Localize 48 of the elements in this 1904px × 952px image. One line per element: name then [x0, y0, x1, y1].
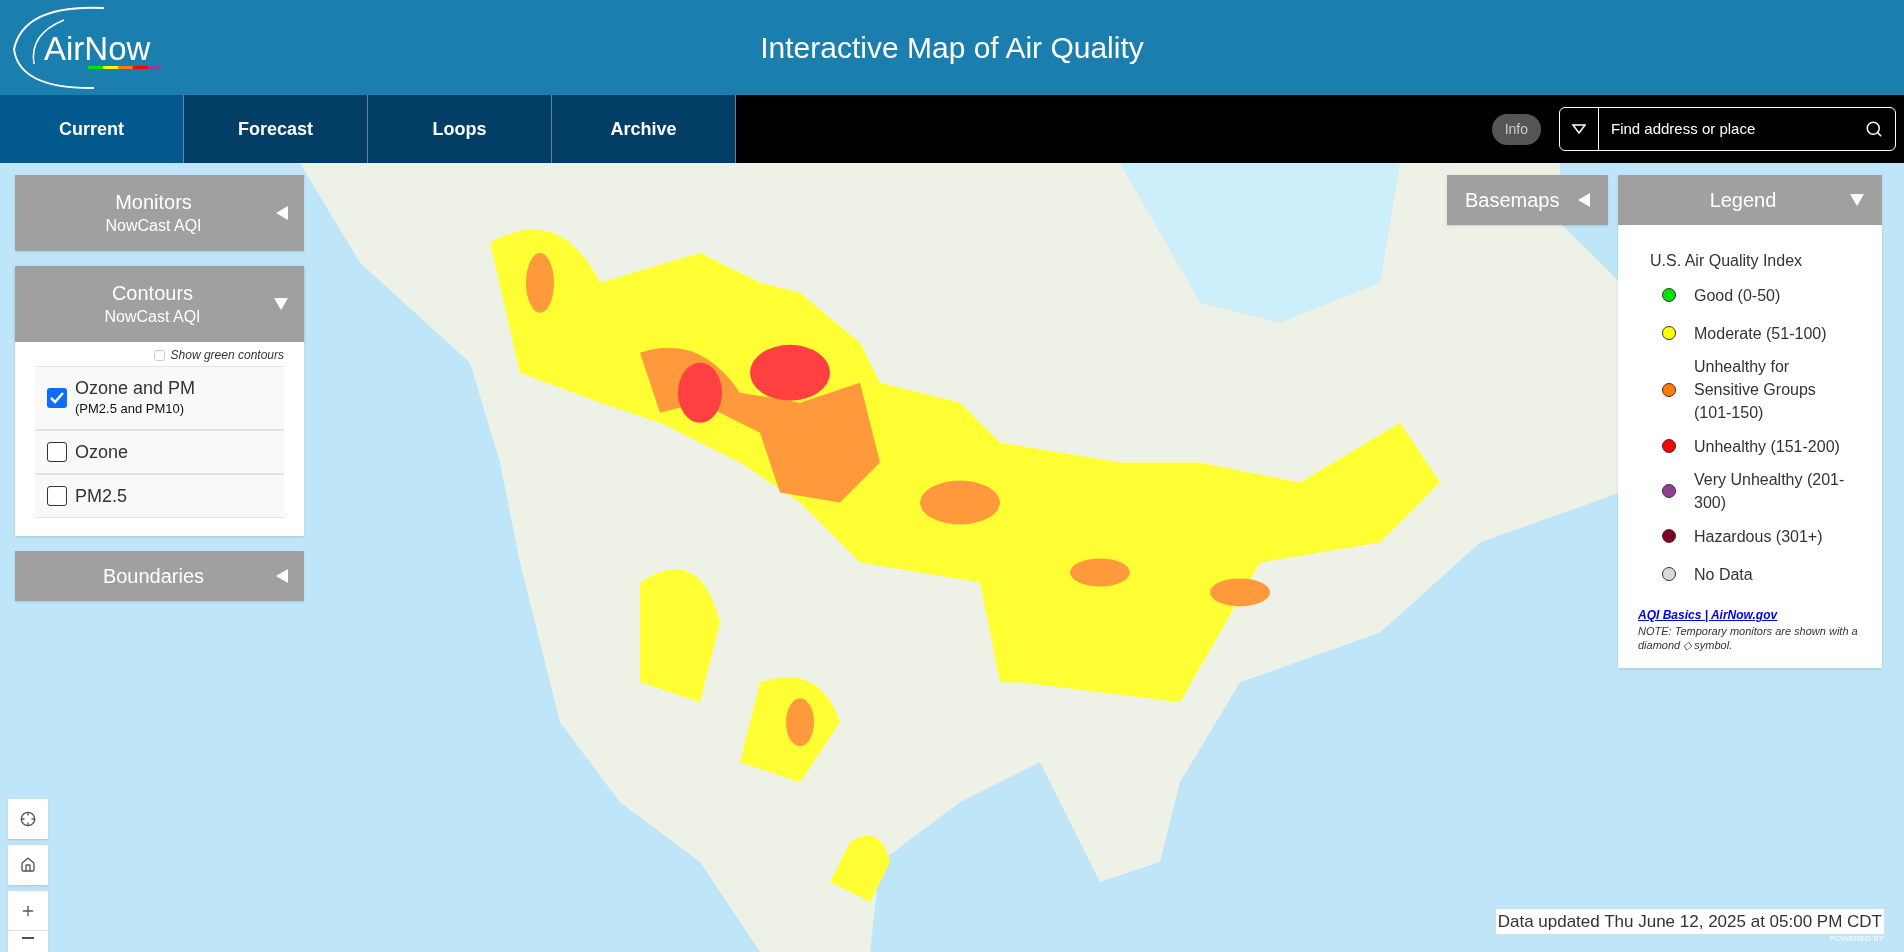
checkbox[interactable]: [47, 441, 67, 462]
locate-button[interactable]: [8, 799, 48, 839]
search-bar[interactable]: Find address or place: [1559, 107, 1896, 151]
option-label: PM2.5: [75, 484, 128, 507]
panel-title: Contours: [111, 281, 194, 306]
panel-title: Monitors: [115, 190, 192, 215]
legend-label: Moderate (51-100): [1694, 323, 1828, 344]
legend-note: NOTE: Temporary monitors are shown with a diamond ◇ symbol.: [1638, 624, 1859, 652]
crosshair-icon: [20, 811, 36, 827]
option-sublabel: (PM2.5 and PM10): [75, 400, 186, 418]
aqi-basics-link[interactable]: AQI Basics | AirNow.gov: [1638, 606, 1872, 624]
legend-heading: U.S. Air Quality Index: [1649, 251, 1804, 271]
nav-tab[interactable]: Current: [0, 95, 184, 163]
legend-label: Very Unhealthy (201-300): [1694, 470, 1846, 513]
nav-tab[interactable]: Loops: [368, 95, 552, 163]
home-icon: [20, 857, 36, 873]
panel-title: Boundaries: [102, 563, 205, 589]
option-label: Ozone and PM: [75, 377, 196, 399]
home-button[interactable]: [8, 845, 48, 885]
caret-left-icon: [1578, 193, 1590, 207]
legend-label: Good (0-50): [1694, 285, 1782, 306]
caret-down-icon: [1850, 194, 1864, 206]
contour-option[interactable]: Ozone: [35, 429, 284, 474]
dropdown-caret-icon[interactable]: [1572, 124, 1586, 134]
caret-left-icon: [276, 568, 288, 583]
contour-toggle-label: Show green contours: [170, 347, 284, 364]
legend-label: Unhealthy for Sensitive Groups (101-150): [1694, 357, 1817, 423]
caret-left-icon: [276, 206, 288, 220]
airnow-logo: AirNow: [4, 4, 174, 90]
caret-down-icon: [274, 298, 288, 310]
info-button[interactable]: Info: [1491, 113, 1541, 145]
nav-tab[interactable]: Archive: [552, 95, 736, 163]
search-icon[interactable]: [1865, 120, 1883, 138]
search-field[interactable]: Find address or place: [1599, 117, 1853, 141]
contour-option[interactable]: PM2.5: [35, 473, 284, 518]
checkbox[interactable]: [47, 485, 67, 506]
nav-tab[interactable]: Forecast: [184, 95, 368, 163]
legend-label: Hazardous (301+): [1694, 526, 1824, 547]
contour-option[interactable]: Ozone and PM (PM2.5 and PM10): [35, 366, 284, 430]
checkbox[interactable]: [47, 387, 67, 408]
option-label: Ozone: [75, 440, 129, 463]
minus-icon: [22, 937, 34, 939]
legend-label: Unhealthy (151-200): [1694, 436, 1841, 457]
legend-label: No Data: [1694, 564, 1754, 585]
panel-subtitle: NowCast AQI: [105, 216, 202, 236]
page-title: Interactive Map of Air Quality: [760, 30, 1144, 66]
panel-subtitle: NowCast AQI: [104, 307, 201, 327]
data-updated-text: Data updated Thu June 12, 2025 at 05:00 PM CDT: [1495, 908, 1884, 934]
